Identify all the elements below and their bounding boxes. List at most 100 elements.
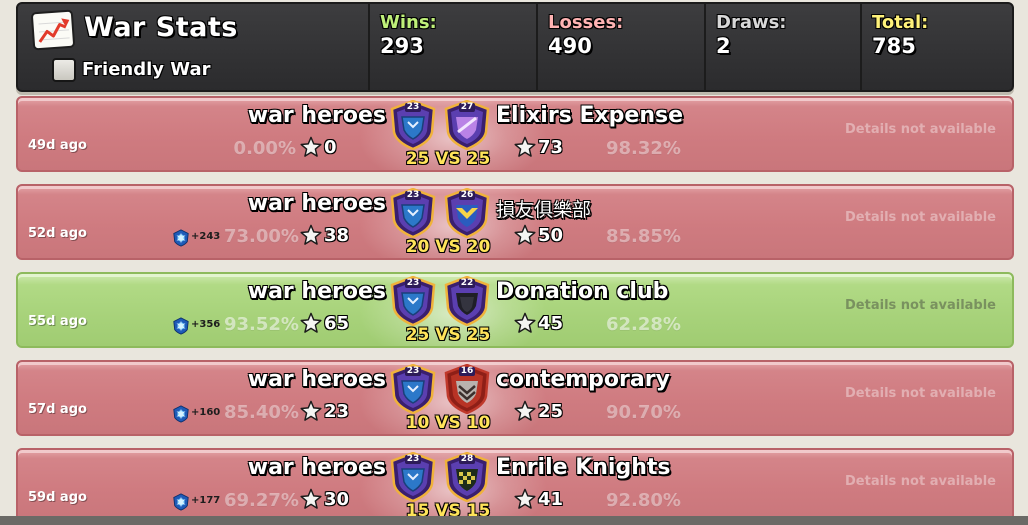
draws-label: Draws: <box>716 12 787 33</box>
opponent-clan-level: 27 <box>460 102 474 112</box>
war-age: 49d ago <box>28 138 87 153</box>
opponent-clan-name: Enrile Knights <box>496 455 671 480</box>
opponent-stars: 73 <box>538 137 564 158</box>
our-clan-badge-icon: 23 <box>390 363 436 415</box>
clan-xp-value: +160 <box>191 407 221 418</box>
details-unavailable-text: Details not available <box>845 474 996 489</box>
wins-value: 293 <box>380 34 424 58</box>
star-icon <box>514 224 536 246</box>
our-destruction-percent: 85.40% <box>224 402 299 423</box>
opponent-destruction-percent: 85.85% <box>606 226 681 247</box>
war-age: 52d ago <box>28 226 87 241</box>
opponent-clan-badge-icon: 27 <box>444 99 490 151</box>
our-clan-level: 23 <box>406 278 420 288</box>
opponent-destruction-percent: 62.28% <box>606 314 681 335</box>
our-clan-badge-icon: 23 <box>390 99 436 151</box>
wins-label: Wins: <box>380 12 437 33</box>
war-log-row[interactable]: 57d ago war heroes 23 16 contemporary 10 VS 1… <box>16 360 1014 436</box>
clan-xp-icon <box>172 317 190 335</box>
war-size-score: 25 VS 25 <box>405 149 491 169</box>
clan-xp-value: +243 <box>191 231 221 242</box>
clan-xp-icon <box>172 493 190 511</box>
our-destruction-percent: 69.27% <box>224 490 299 511</box>
war-size-score: 20 VS 20 <box>405 237 491 257</box>
our-destruction-percent: 93.52% <box>224 314 299 335</box>
war-log-row[interactable]: 59d ago war heroes 23 28 Enrile Knights 15 VS… <box>16 448 1014 524</box>
opponent-destruction-percent: 90.70% <box>606 402 681 423</box>
war-log-row[interactable]: 49d ago war heroes 23 27 Elixirs Expense 25 V… <box>16 96 1014 172</box>
total-value: 785 <box>872 34 916 58</box>
opponent-clan-badge-icon: 28 <box>444 451 490 503</box>
opponent-stars: 41 <box>538 489 564 510</box>
our-clan-level: 23 <box>406 102 420 112</box>
war-size-score: 25 VS 25 <box>405 325 491 345</box>
chart-icon <box>30 9 76 51</box>
bottom-edge <box>0 516 1028 525</box>
our-clan-badge-icon: 23 <box>390 275 436 327</box>
war-age: 55d ago <box>28 314 87 329</box>
total-stat: Total: 785 <box>860 4 1012 90</box>
clan-xp-value: +356 <box>191 319 221 330</box>
opponent-destruction-percent: 98.32% <box>606 138 681 159</box>
war-size-score: 10 VS 10 <box>405 413 491 433</box>
losses-stat: Losses: 490 <box>536 4 704 90</box>
total-label: Total: <box>872 12 929 33</box>
details-unavailable-text: Details not available <box>845 122 996 137</box>
our-clan-level: 23 <box>406 454 420 464</box>
opponent-stars: 25 <box>538 401 564 422</box>
our-destruction-percent: 73.00% <box>224 226 299 247</box>
opponent-clan-badge-icon: 16 <box>444 363 490 415</box>
our-clan-name: war heroes <box>247 191 386 216</box>
page-title: War Stats <box>84 12 238 43</box>
friendly-war-checkbox[interactable] <box>52 58 76 82</box>
losses-label: Losses: <box>548 12 624 33</box>
clan-xp-icon <box>172 405 190 423</box>
details-unavailable-text: Details not available <box>845 210 996 225</box>
opponent-clan-name: 損友俱樂部 <box>496 199 592 221</box>
opponent-clan-name: Donation club <box>496 279 669 304</box>
our-clan-badge-icon: 23 <box>390 187 436 239</box>
opponent-clan-badge-icon: 22 <box>444 275 490 327</box>
opponent-clan-name: contemporary <box>496 367 670 392</box>
star-icon <box>514 136 536 158</box>
opponent-clan-level: 22 <box>460 278 474 288</box>
our-stars: 0 <box>324 137 337 158</box>
star-icon <box>514 312 536 334</box>
war-log-row[interactable]: 52d ago war heroes 23 26 損友俱樂部 20 VS 20 +243 73… <box>16 184 1014 260</box>
war-stats-header: War Stats Friendly War Wins: 293 Losses:… <box>16 2 1014 92</box>
our-clan-name: war heroes <box>247 103 386 128</box>
star-icon <box>300 312 322 334</box>
star-icon <box>300 136 322 158</box>
header-title-area: War Stats Friendly War <box>18 4 368 90</box>
war-log-row[interactable]: 55d ago war heroes 23 22 Donation club 25 VS … <box>16 272 1014 348</box>
star-icon <box>514 400 536 422</box>
draws-stat: Draws: 2 <box>704 4 860 90</box>
opponent-clan-badge-icon: 26 <box>444 187 490 239</box>
draws-value: 2 <box>716 34 731 58</box>
war-age: 57d ago <box>28 402 87 417</box>
our-clan-badge-icon: 23 <box>390 451 436 503</box>
wins-stat: Wins: 293 <box>368 4 536 90</box>
our-stars: 38 <box>324 225 350 246</box>
our-stars: 65 <box>324 313 350 334</box>
clan-xp-value: +177 <box>191 495 221 506</box>
opponent-clan-level: 28 <box>460 454 474 464</box>
our-clan-name: war heroes <box>247 455 386 480</box>
our-clan-level: 23 <box>406 366 420 376</box>
details-unavailable-text: Details not available <box>845 386 996 401</box>
star-icon <box>300 488 322 510</box>
war-age: 59d ago <box>28 490 87 505</box>
star-icon <box>300 224 322 246</box>
friendly-war-label: Friendly War <box>82 59 211 80</box>
our-stars: 30 <box>324 489 350 510</box>
star-icon <box>300 400 322 422</box>
our-stars: 23 <box>324 401 350 422</box>
losses-value: 490 <box>548 34 592 58</box>
star-icon <box>514 488 536 510</box>
our-clan-name: war heroes <box>247 279 386 304</box>
clan-xp-icon <box>172 229 190 247</box>
war-stats-screen: War Stats Friendly War Wins: 293 Losses:… <box>0 0 1028 525</box>
details-unavailable-text: Details not available <box>845 298 996 313</box>
our-clan-level: 23 <box>406 190 420 200</box>
opponent-clan-name: Elixirs Expense <box>496 103 684 128</box>
